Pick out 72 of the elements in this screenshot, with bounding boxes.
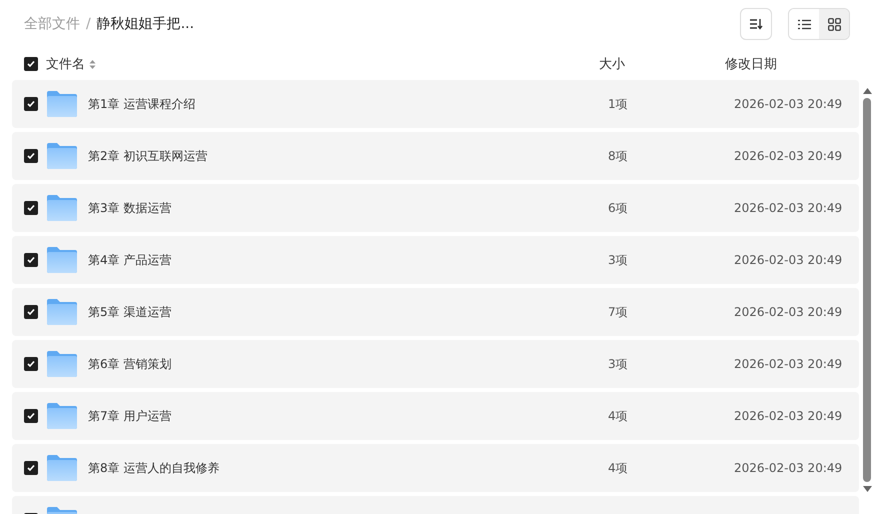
row-checkbox[interactable] [24, 201, 38, 215]
folder-icon [47, 143, 77, 169]
item-count: 6项 [608, 200, 629, 216]
item-count: 3项 [608, 252, 629, 268]
column-header[interactable]: 文件名 [46, 55, 85, 73]
sort-button[interactable] [740, 8, 772, 40]
item-count: 4项 [608, 460, 629, 476]
folder-name[interactable]: 第1章 运营课程介绍 [88, 96, 608, 112]
modified-date: 2026-02-03 20:49 [734, 97, 842, 111]
folder-icon [47, 91, 77, 117]
check-icon [26, 203, 36, 213]
file-row[interactable]: 第7章 用户运营 4项 2026-02-03 20:49 [12, 392, 859, 440]
sort-icon [749, 18, 763, 30]
check-icon [26, 307, 36, 317]
folder-name[interactable]: 第4章 产品运营 [88, 252, 608, 268]
folder-icon [47, 403, 77, 429]
file-row[interactable]: 第5章 渠道运营 7项 2026-02-03 20:49 [12, 288, 859, 336]
check-icon [26, 59, 36, 69]
check-icon [26, 151, 36, 161]
item-count: 8项 [608, 148, 629, 164]
modified-date: 2026-02-03 20:49 [734, 201, 842, 215]
folder-name[interactable]: 第2章 初识互联网运营 [88, 148, 608, 164]
item-count: 1项 [608, 96, 629, 112]
row-checkbox[interactable] [24, 97, 38, 111]
row-checkbox[interactable] [24, 305, 38, 319]
file-row[interactable]: 第1章 运营课程介绍 1项 2026-02-03 20:49 [12, 80, 859, 128]
column-header[interactable]: 大小 [599, 55, 725, 73]
modified-date: 2026-02-03 20:49 [734, 149, 842, 163]
row-checkbox[interactable] [24, 253, 38, 267]
folder-name[interactable]: 第6章 营销策划 [88, 356, 608, 372]
folder-icon [47, 351, 77, 377]
breadcrumb-separator: / [86, 16, 91, 32]
modified-date: 2026-02-03 20:49 [734, 357, 842, 371]
folder-icon [47, 455, 77, 481]
file-row[interactable]: 第3章 数据运营 6项 2026-02-03 20:49 [12, 184, 859, 232]
check-icon [26, 463, 36, 473]
folder-name[interactable]: 第3章 数据运营 [88, 200, 608, 216]
breadcrumb-item: 静秋姐姐手把... [96, 15, 194, 33]
check-icon [26, 411, 36, 421]
modified-date: 2026-02-03 20:49 [734, 305, 842, 319]
folder-icon [47, 195, 77, 221]
file-row[interactable]: 第6章 营销策划 3项 2026-02-03 20:49 [12, 340, 859, 388]
row-checkbox[interactable] [24, 149, 38, 163]
modified-date: 2026-02-03 20:49 [734, 461, 842, 475]
grid-view-button[interactable] [819, 9, 849, 39]
folder-icon [47, 299, 77, 325]
check-icon [26, 359, 36, 369]
folder-name[interactable]: 第7章 用户运营 [88, 408, 608, 424]
modified-date: 2026-02-03 20:49 [734, 253, 842, 267]
item-count: 3项 [608, 356, 629, 372]
check-icon [26, 99, 36, 109]
modified-date: 2026-02-03 20:49 [734, 409, 842, 423]
check-icon [26, 255, 36, 265]
column-header[interactable]: 修改日期 [725, 55, 777, 73]
sort-arrows-icon[interactable] [89, 58, 96, 70]
list-icon [798, 18, 810, 30]
row-checkbox[interactable] [24, 409, 38, 423]
file-row[interactable]: 第8章 运营人的自我修养 4项 2026-02-03 20:49 [12, 444, 859, 492]
item-count: 4项 [608, 408, 629, 424]
scrollbar-thumb[interactable] [863, 98, 871, 482]
folder-icon [47, 247, 77, 273]
file-row[interactable]: 第4章 产品运营 3项 2026-02-03 20:49 [12, 236, 859, 284]
scroll-down-icon[interactable] [862, 486, 872, 492]
item-count: 7项 [608, 304, 629, 320]
file-row[interactable]: 第2章 初识互联网运营 8项 2026-02-03 20:49 [12, 132, 859, 180]
row-checkbox[interactable] [24, 357, 38, 371]
scroll-up-icon[interactable] [862, 88, 872, 94]
row-checkbox[interactable] [24, 461, 38, 475]
folder-name[interactable]: 第8章 运营人的自我修养 [88, 460, 608, 476]
folder-name[interactable]: 第5章 渠道运营 [88, 304, 608, 320]
select-all-checkbox[interactable] [24, 57, 38, 71]
grid-icon [828, 18, 840, 30]
